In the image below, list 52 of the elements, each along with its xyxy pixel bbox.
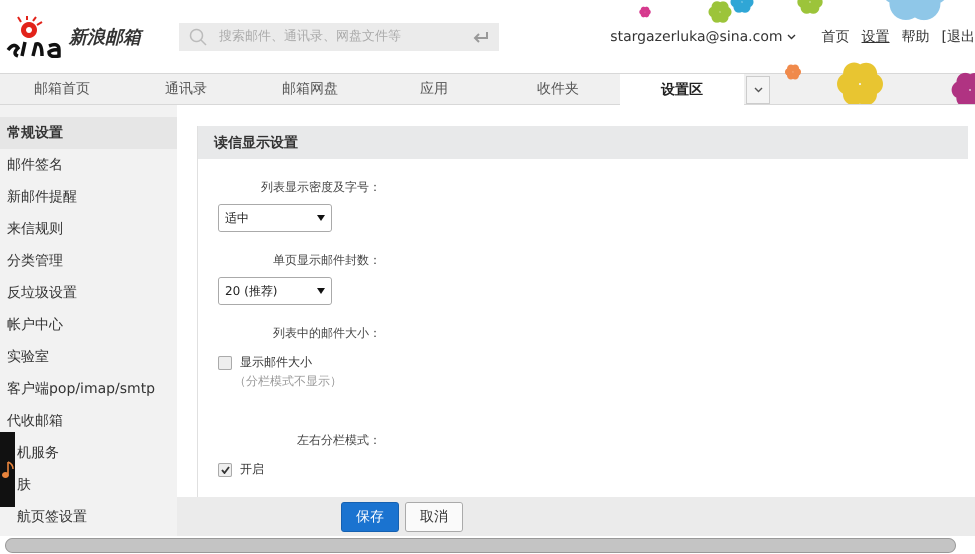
header-link[interactable]: [退出 <box>942 28 975 46</box>
checkmark-icon <box>220 466 230 474</box>
cancel-button[interactable]: 取消 <box>405 502 463 532</box>
sidebar-item[interactable]: 新邮件提醒 <box>0 181 177 213</box>
sidebar-item[interactable]: 航页签设置 <box>15 501 177 533</box>
chevron-icon <box>754 87 762 93</box>
header-link[interactable]: 设置 <box>862 28 890 46</box>
setting-label: 左右分栏模式： <box>296 432 381 449</box>
setting-label: 列表中的邮件大小： <box>272 325 381 342</box>
caret-icon <box>317 215 325 221</box>
sidebar-item[interactable]: 实验室 <box>0 341 177 373</box>
header-link[interactable]: 帮助 <box>902 28 930 46</box>
dropdown[interactable]: 20 (推荐) <box>218 277 332 305</box>
logo-text: 新浪邮箱 <box>69 24 141 48</box>
caret-icon <box>317 288 325 294</box>
sidebar-item[interactable]: 代收邮箱 <box>0 405 177 437</box>
sidebar-item[interactable]: 肤 <box>15 469 177 501</box>
nav-tab[interactable]: 应用 <box>372 74 496 104</box>
nav-tab[interactable]: 邮箱首页 <box>0 74 124 104</box>
more-tabs-button[interactable] <box>746 76 770 104</box>
search-bar[interactable]: 搜索邮件、通讯录、网盘文件等 <box>179 22 499 50</box>
sidebar-item[interactable]: 常规设置 <box>0 117 177 149</box>
save-button[interactable]: 保存 <box>341 502 399 532</box>
checkbox-label: 显示邮件大小 <box>240 354 312 371</box>
setting-label: 列表显示密度及字号： <box>260 179 381 196</box>
checkbox[interactable] <box>218 462 232 476</box>
nav-tab[interactable]: 通讯录 <box>124 74 248 104</box>
checkbox[interactable] <box>218 356 232 370</box>
account-menu[interactable]: stargazerluka@sina.com <box>610 28 796 44</box>
nav-tab[interactable]: 收件夹 <box>496 74 620 104</box>
sidebar-item[interactable]: 分类管理 <box>0 245 177 277</box>
music-player-tab[interactable] <box>0 432 15 507</box>
sidebar-item[interactable]: 邮件签名 <box>0 149 177 181</box>
nav-tab[interactable]: 设置区 <box>620 74 744 105</box>
checkbox-label: 开启 <box>240 461 264 478</box>
sidebar-item[interactable]: 机服务 <box>15 437 177 469</box>
chevron-icon <box>786 34 796 40</box>
search-field[interactable]: 搜索邮件、通讯录、网盘文件等 <box>217 28 463 45</box>
header-link[interactable]: 首页 <box>822 28 850 46</box>
sidebar-item[interactable]: 客户端pop/imap/smtp <box>0 373 177 405</box>
setting-note: （分栏模式不显示） <box>234 373 343 390</box>
music-note-icon <box>2 460 14 478</box>
sidebar-item[interactable]: 来信规则 <box>0 213 177 245</box>
nav-tab[interactable]: 邮箱网盘 <box>248 74 372 104</box>
scrollbar-thumb[interactable] <box>5 538 956 553</box>
sidebar-item[interactable]: 帐户中心 <box>0 309 177 341</box>
enter-icon[interactable] <box>473 30 489 42</box>
panel-title: 读信显示设置 <box>198 126 968 159</box>
search-icon <box>189 28 207 46</box>
dropdown[interactable]: 适中 <box>218 204 332 232</box>
sidebar-item[interactable]: 反垃圾设置 <box>0 277 177 309</box>
setting-label: 单页显示邮件封数： <box>272 252 381 269</box>
